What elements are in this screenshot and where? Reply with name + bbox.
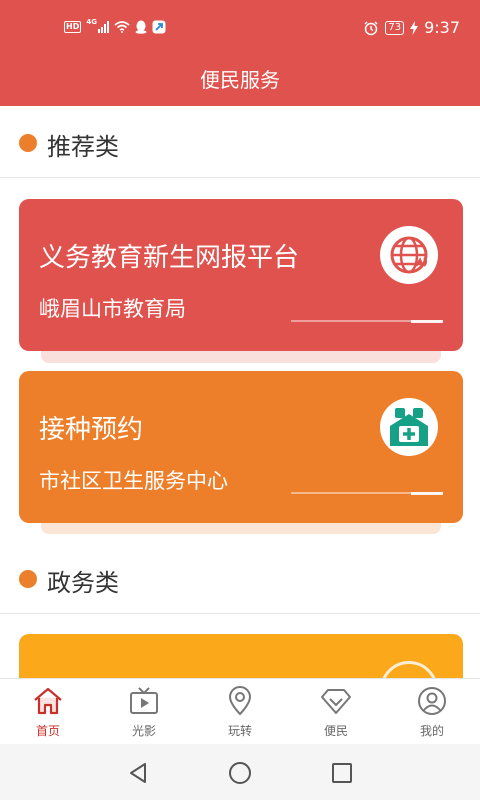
card-divider <box>291 320 443 323</box>
tab-label: 玩转 <box>227 724 252 738</box>
card-title: 义务教育新生网报平台 <box>39 243 300 273</box>
qq-penguin-icon <box>135 20 147 34</box>
card-title: 接种预约 <box>39 415 144 445</box>
app-header: 便民服务 <box>0 58 480 106</box>
charging-icon <box>410 20 419 35</box>
tv-play-icon <box>128 685 160 717</box>
section-government: 政务类 <box>0 542 480 614</box>
card-subtitle: 市社区卫生服务中心 <box>39 469 228 493</box>
globe-signal-icon <box>380 226 438 284</box>
battery-indicator: 73 <box>385 20 405 35</box>
home-circle-icon[interactable] <box>227 760 253 786</box>
section-recommended: 推荐类 <box>0 106 480 178</box>
location-pin-icon <box>224 685 256 717</box>
status-right-indicators: 73 9:37 <box>363 18 460 37</box>
app-notification-icon <box>152 20 166 34</box>
card-shadow <box>41 349 441 363</box>
card-divider <box>291 492 443 495</box>
system-nav-bar <box>0 744 480 800</box>
tab-label: 我的 <box>419 724 444 738</box>
wifi-icon <box>114 21 130 33</box>
network-type: 4G <box>86 18 97 26</box>
card-subtitle: 峨眉山市教育局 <box>39 297 186 321</box>
service-card-vaccination[interactable]: 接种预约 市社区卫生服务中心 <box>19 371 463 523</box>
service-card-enrollment[interactable]: 义务教育新生网报平台 峨眉山市教育局 <box>19 199 463 351</box>
home-icon <box>32 685 64 717</box>
status-left-indicators: HD 4G <box>64 18 166 34</box>
tab-home[interactable]: 首页 <box>0 679 96 745</box>
tab-label: 首页 <box>35 724 60 738</box>
section-title: 政务类 <box>47 569 119 597</box>
tab-label: 便民 <box>323 724 348 738</box>
tab-profile[interactable]: 我的 <box>384 679 480 745</box>
section-title: 推荐类 <box>47 133 119 161</box>
tab-light-shadow[interactable]: 光影 <box>96 679 192 745</box>
diamond-icon <box>320 685 352 717</box>
hd-badge: HD <box>64 21 82 33</box>
back-icon[interactable] <box>125 760 151 786</box>
user-icon <box>416 685 448 717</box>
page-title: 便民服务 <box>200 68 280 92</box>
section-dot-icon <box>19 134 37 152</box>
status-time: 9:37 <box>424 18 460 37</box>
alarm-icon <box>364 20 378 35</box>
tab-convenience[interactable]: 便民 <box>288 679 384 745</box>
medical-house-icon <box>380 398 438 456</box>
bottom-tab-bar: 首页 光影 玩转 便民 我的 <box>0 678 480 744</box>
recent-apps-icon[interactable] <box>329 760 355 786</box>
tab-label: 光影 <box>131 724 156 738</box>
section-dot-icon <box>19 570 37 588</box>
tab-explore[interactable]: 玩转 <box>192 679 288 745</box>
signal-icon <box>97 21 109 33</box>
status-bar: HD 4G 73 9:37 <box>0 0 480 58</box>
